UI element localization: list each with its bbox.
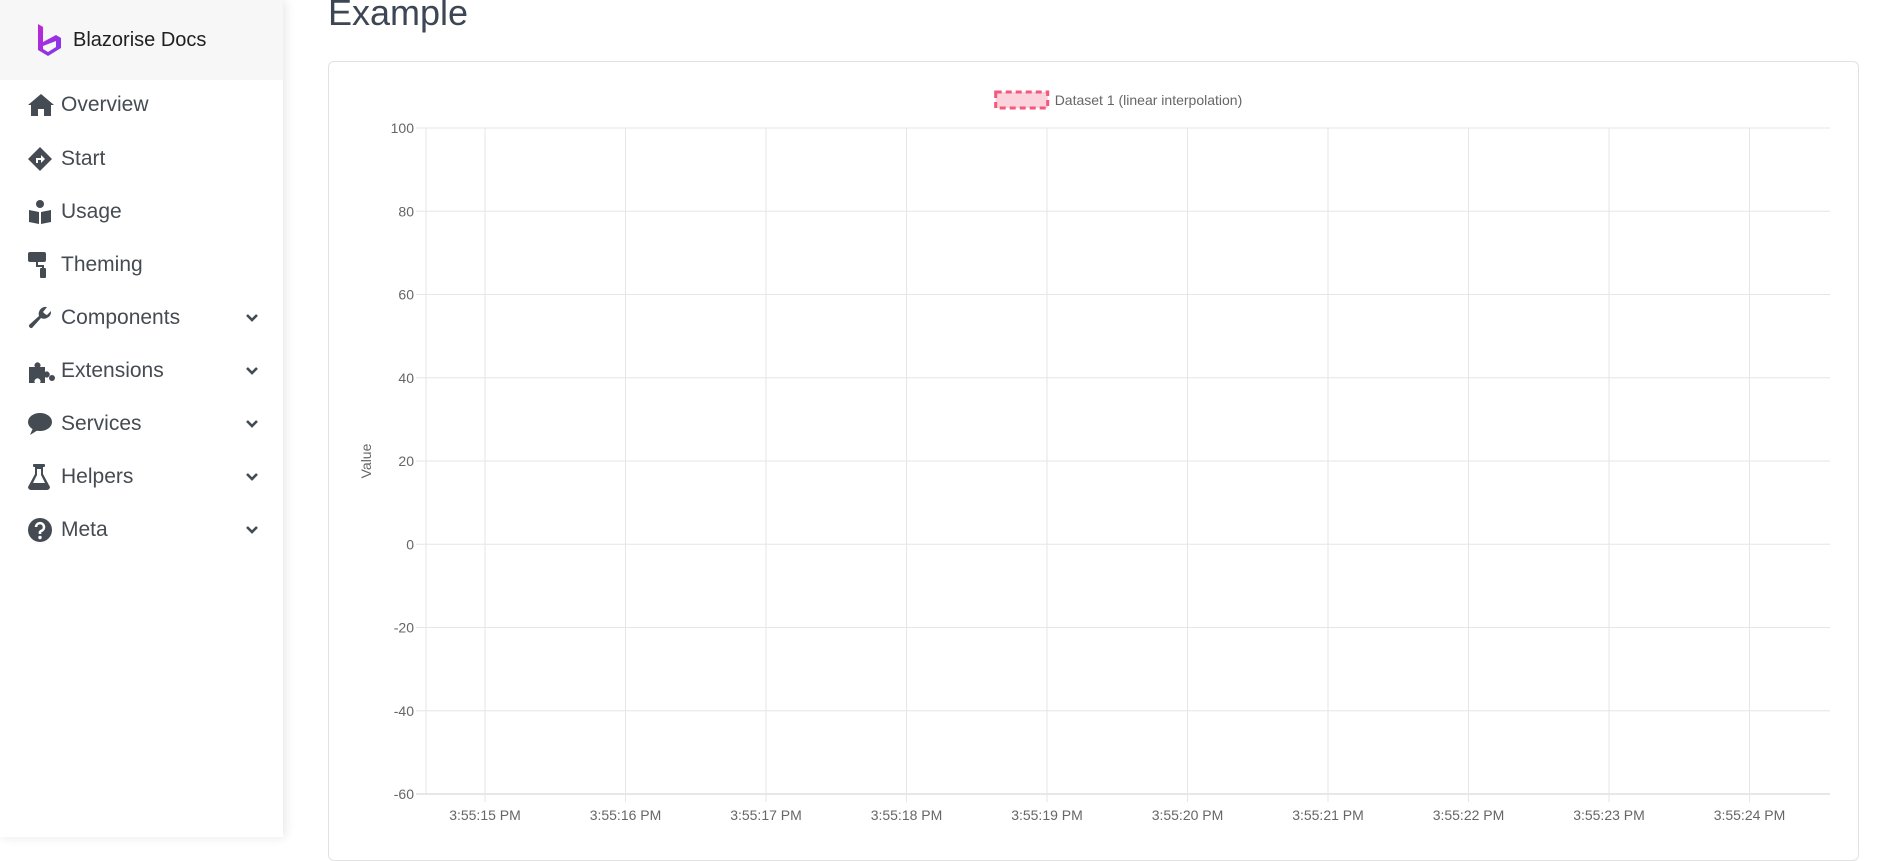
x-tick-label: 3:55:22 PM <box>1433 807 1505 823</box>
sidebar-item-label: Services <box>61 412 142 435</box>
sidebar-item-helpers[interactable]: Helpers <box>27 457 259 497</box>
sidebar-item-label: Theming <box>61 253 143 276</box>
chevron-down-icon <box>245 470 259 484</box>
sidebar: Blazorise Docs Overview Start Usage Them… <box>0 0 283 837</box>
x-tick-label: 3:55:19 PM <box>1011 807 1083 823</box>
y-tick-label: 20 <box>398 453 414 469</box>
sidebar-item-meta[interactable]: Meta <box>27 510 259 550</box>
sidebar-item-label: Usage <box>61 200 122 223</box>
y-tick-label: -20 <box>394 620 414 636</box>
wrench-icon <box>27 304 57 332</box>
y-axis-title: Value <box>358 443 374 478</box>
x-tick-label: 3:55:20 PM <box>1152 807 1224 823</box>
sidebar-item-start[interactable]: Start <box>27 139 259 179</box>
brand-header[interactable]: Blazorise Docs <box>0 0 283 80</box>
question-circle-icon <box>27 516 57 544</box>
x-tick-label: 3:55:18 PM <box>871 807 943 823</box>
sidebar-item-components[interactable]: Components <box>27 298 259 338</box>
flask-icon <box>27 463 57 491</box>
blazorise-logo-icon <box>38 24 61 56</box>
brand-title: Blazorise Docs <box>73 28 207 51</box>
sidebar-item-label: Meta <box>61 518 108 541</box>
y-tick-label: -60 <box>394 786 414 802</box>
legend-swatch <box>994 90 1050 110</box>
chevron-down-icon <box>245 364 259 378</box>
chart-card: 100 80 60 40 20 0 -20 -40 -60 3:55:15 PM 3:55:16 P… <box>328 61 1859 861</box>
sidebar-item-overview[interactable]: Overview <box>27 85 259 125</box>
sidebar-item-theming[interactable]: Theming <box>27 245 259 285</box>
x-tick-label: 3:55:21 PM <box>1292 807 1364 823</box>
puzzle-piece-icon <box>27 357 57 385</box>
sidebar-item-services[interactable]: Services <box>27 404 259 444</box>
y-tick-label: -40 <box>394 703 414 719</box>
sidebar-item-label: Start <box>61 147 106 170</box>
sidebar-item-usage[interactable]: Usage <box>27 192 259 232</box>
y-tick-label: 100 <box>391 120 415 136</box>
sidebar-item-extensions[interactable]: Extensions <box>27 351 259 391</box>
sidebar-item-label: Helpers <box>61 465 134 488</box>
paint-roller-icon <box>27 251 57 279</box>
comment-icon <box>27 410 57 438</box>
book-reader-icon <box>27 198 57 226</box>
page-title: Example <box>328 0 469 33</box>
x-tick-label: 3:55:24 PM <box>1714 807 1786 823</box>
sidebar-item-label: Overview <box>61 93 149 116</box>
home-icon <box>27 91 57 119</box>
line-chart: 100 80 60 40 20 0 -20 -40 -60 3:55:15 PM 3:55:16 P… <box>358 90 1830 823</box>
y-tick-label: 40 <box>398 370 414 386</box>
chevron-down-icon <box>245 523 259 537</box>
y-tick-label: 0 <box>406 536 414 552</box>
directions-icon <box>27 145 57 173</box>
sidebar-item-label: Extensions <box>61 359 164 382</box>
legend-label: Dataset 1 (linear interpolation) <box>1055 92 1243 108</box>
sidebar-item-label: Components <box>61 306 181 329</box>
y-tick-label: 80 <box>398 203 414 219</box>
chevron-down-icon <box>245 311 259 325</box>
x-tick-label: 3:55:23 PM <box>1573 807 1645 823</box>
x-tick-label: 3:55:17 PM <box>730 807 802 823</box>
x-tick-label: 3:55:16 PM <box>590 807 662 823</box>
x-tick-label: 3:55:15 PM <box>449 807 521 823</box>
chevron-down-icon <box>245 417 259 431</box>
y-tick-label: 60 <box>398 287 414 303</box>
